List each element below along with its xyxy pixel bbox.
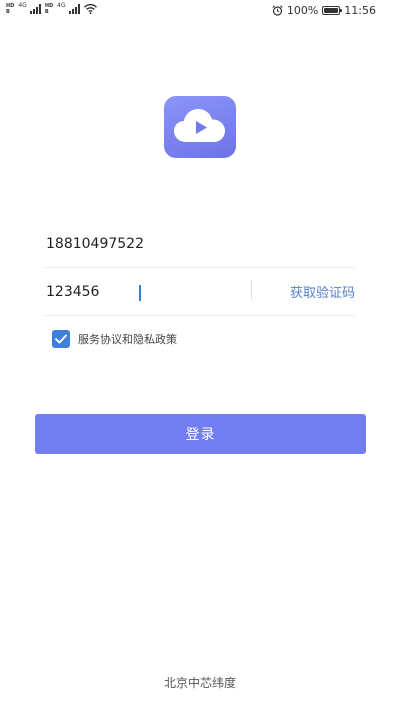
sim1-network-label: 4G: [18, 2, 27, 9]
agreement-link[interactable]: 服务协议和隐私政策: [78, 331, 177, 347]
cloud-play-icon: [174, 109, 225, 142]
phone-field-row: [44, 222, 355, 268]
battery-level: [324, 8, 339, 13]
signal-icon: [29, 4, 41, 14]
wifi-icon: [83, 4, 97, 14]
status-bar-left: HD B 4G HD B 4G: [6, 3, 97, 15]
phone-input[interactable]: [46, 234, 226, 254]
status-bar-right: 100% 11:56: [272, 4, 376, 17]
get-code-button[interactable]: 获取验证码: [290, 282, 355, 301]
app-logo: [164, 96, 236, 158]
sim1-b-tag: B: [6, 9, 10, 15]
sim1-tags: HD B: [6, 3, 14, 15]
agreement-checkbox[interactable]: [52, 330, 70, 348]
alarm-clock-icon: [272, 5, 283, 16]
clock-time: 11:56: [344, 4, 376, 17]
text-cursor: [139, 285, 141, 301]
login-button[interactable]: 登录: [35, 414, 366, 454]
verification-code-input[interactable]: [46, 282, 226, 302]
code-divider: [251, 280, 252, 300]
signal-icon: [68, 4, 80, 14]
sim2-tags: HD B: [45, 3, 53, 15]
status-bar: HD B 4G HD B 4G 100% 11:56: [0, 0, 400, 22]
sim2-network-label: 4G: [57, 2, 66, 9]
check-icon: [55, 334, 67, 344]
code-field-row: 获取验证码: [44, 270, 355, 316]
company-name: 北京中芯纬度: [163, 676, 236, 690]
battery-icon: [322, 6, 343, 15]
sim2-b-tag: B: [44, 9, 49, 15]
agreement-row: 服务协议和隐私政策: [52, 330, 177, 348]
battery-percent: 100%: [286, 4, 319, 17]
